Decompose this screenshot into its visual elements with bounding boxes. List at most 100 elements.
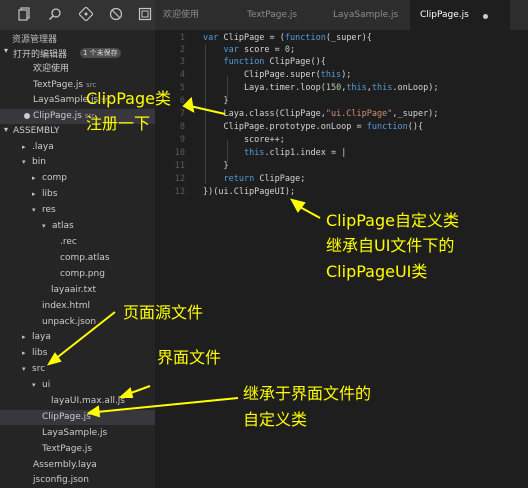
explorer-title: 资源管理器 <box>12 35 58 45</box>
unsaved-dot-icon <box>24 112 30 119</box>
tree-item-comp-atlas[interactable]: comp.atlas <box>60 251 110 266</box>
line-number: 9 <box>179 135 185 145</box>
line-number: 13 <box>174 187 185 197</box>
open-file-welcome[interactable]: 欢迎使用 <box>0 62 155 77</box>
tree-label: comp.png <box>60 269 105 279</box>
chevron-down-icon: ▾ <box>22 365 26 373</box>
tree-item-layasample[interactable]: LayaSample.js <box>42 426 107 441</box>
tree-label: ui <box>42 380 51 390</box>
annotation-ui-file: 界面文件 <box>157 348 222 367</box>
line-number: 10 <box>174 148 185 158</box>
annotation-custom-class-line1: ClipPage自定义类 <box>326 211 459 230</box>
code-text: this.clip1.index = | <box>243 148 347 158</box>
annotation-register-line2: 注册一下 <box>86 114 151 133</box>
chevron-right-icon: ▸ <box>22 349 26 357</box>
tab-label: 欢迎使用 <box>163 10 200 20</box>
line-number: 11 <box>174 161 185 171</box>
tree-item-jsconfig[interactable]: jsconfig.json <box>33 473 89 488</box>
tree-item-index-html[interactable]: index.html <box>42 299 90 314</box>
code-editor[interactable]: 1 2 3 4 5 6 7 8 9 10 11 12 13 var ClipPa… <box>155 30 528 488</box>
tree-item-laya[interactable]: ▸ laya <box>22 330 51 345</box>
tree-label: atlas <box>52 221 74 231</box>
tree-item-unpack-json[interactable]: unpack.json <box>42 315 96 330</box>
tree-label: jsconfig.json <box>33 475 89 485</box>
tab-textpage[interactable]: TextPage.js <box>247 0 327 30</box>
chevron-down-icon: ▾ <box>32 381 36 389</box>
tree-item-layaair-txt[interactable]: layaair.txt <box>51 283 96 298</box>
tree-item-res[interactable]: ▾ res <box>32 203 56 218</box>
code-text: Laya.class(ClipPage,"ui.ClipPage",_super… <box>203 109 439 119</box>
tree-item-libs[interactable]: ▸ libs <box>32 187 57 202</box>
chevron-down-icon: ▾ <box>4 125 9 134</box>
tree-item-bin[interactable]: ▾ bin <box>22 155 46 170</box>
line-number: 8 <box>179 122 185 132</box>
tree-item-laya-folder[interactable]: ▸ .laya <box>22 140 54 155</box>
code-text: ClipPage.super(this); <box>203 70 352 80</box>
line-number: 12 <box>174 174 185 184</box>
tree-label: TextPage.js <box>42 444 93 454</box>
tree-item-clippage[interactable]: ClipPage.js <box>0 410 155 425</box>
code-text: var score = 0; <box>223 45 296 55</box>
chevron-down-icon: ▾ <box>32 206 36 214</box>
file-label: 欢迎使用 <box>33 64 70 74</box>
code-line: })(ui.ClipPageUI); <box>203 187 295 197</box>
tree-item-ui[interactable]: ▾ ui <box>32 378 50 393</box>
tree-item-layaui-max[interactable]: layaUI.max.all.js <box>51 394 125 409</box>
code-line: Laya.class(ClipPage,"ui.ClipPage",_super… <box>203 109 438 119</box>
tab-layasample[interactable]: LayaSample.js <box>333 0 413 30</box>
tree-label: .rec <box>60 237 77 247</box>
tree-label: .laya <box>32 142 54 152</box>
annotation-custom-class-line2: 继承自UI文件下的 <box>326 236 455 255</box>
code-line: function ClipPage(){ <box>203 57 326 67</box>
tree-item-comp[interactable]: ▸ comp <box>32 171 67 186</box>
chevron-right-icon: ▸ <box>32 174 36 182</box>
tab-clippage[interactable]: ClipPage.js <box>410 0 510 30</box>
line-number: 2 <box>179 45 185 55</box>
tree-label: comp <box>42 173 67 183</box>
tree-label: bin <box>32 157 46 167</box>
code-text: })(ui.ClipPageUI); <box>203 187 296 197</box>
git-icon[interactable] <box>78 6 94 23</box>
tree-label: ClipPage.js <box>42 412 91 422</box>
tree-item-assembly-laya[interactable]: Assembly.laya <box>33 458 97 473</box>
tree-item-comp-png[interactable]: comp.png <box>60 267 105 282</box>
line-number: 4 <box>179 70 185 80</box>
code-line: Laya.timer.loop(150,this,this.onLoop); <box>203 83 439 93</box>
tree-item-rec[interactable]: .rec <box>60 235 77 250</box>
tab-label: ClipPage.js <box>420 10 469 20</box>
chevron-right-icon: ▸ <box>32 190 36 198</box>
tree-item-atlas[interactable]: ▾ atlas <box>42 219 74 234</box>
tree-label: libs <box>32 348 48 358</box>
activity-bar <box>0 0 155 30</box>
tree-item-libs-root[interactable]: ▸ libs <box>22 346 47 361</box>
code-text: var ClipPage = (function(_super){ <box>203 33 372 43</box>
code-text: ClipPage.prototype.onLoop = function(){ <box>203 122 424 132</box>
code-line: score++; <box>203 135 285 145</box>
explorer-icon[interactable] <box>17 7 33 23</box>
tab-label: TextPage.js <box>247 10 298 20</box>
debug-icon[interactable] <box>108 7 124 23</box>
code-text: return ClipPage; <box>223 174 306 184</box>
tree-label: layaUI.max.all.js <box>51 396 125 406</box>
chevron-down-icon: ▾ <box>42 222 46 230</box>
tree-label: LayaSample.js <box>42 428 108 438</box>
chevron-right-icon: ▸ <box>22 333 26 341</box>
code-line: } <box>203 161 228 171</box>
tab-welcome[interactable]: 欢迎使用 <box>163 0 243 30</box>
tree-item-src[interactable]: ▾ src <box>22 362 45 377</box>
code-text: Laya.timer.loop(150,this,this.onLoop); <box>203 83 439 93</box>
open-editors-header[interactable]: ▾ 打开的编辑器 1 个未保存 <box>0 46 155 60</box>
code-line: this.clip1.index = | <box>203 148 346 158</box>
annotation-register-line1: ClipPage类 <box>86 89 171 108</box>
tree-label: libs <box>42 189 58 199</box>
annotation-inherit-line2: 自定义类 <box>243 410 308 429</box>
unsaved-dot-icon[interactable] <box>483 14 488 19</box>
search-icon[interactable] <box>47 7 63 23</box>
tree-item-textpage[interactable]: TextPage.js <box>42 442 92 457</box>
file-label: ClipPage.js <box>33 111 82 121</box>
annotation-inherit-line1: 继承于界面文件的 <box>243 384 372 403</box>
code-line: } <box>203 96 228 106</box>
extensions-icon[interactable] <box>137 7 153 23</box>
tree-label: laya <box>32 332 51 342</box>
code-text: function ClipPage(){ <box>223 57 326 67</box>
